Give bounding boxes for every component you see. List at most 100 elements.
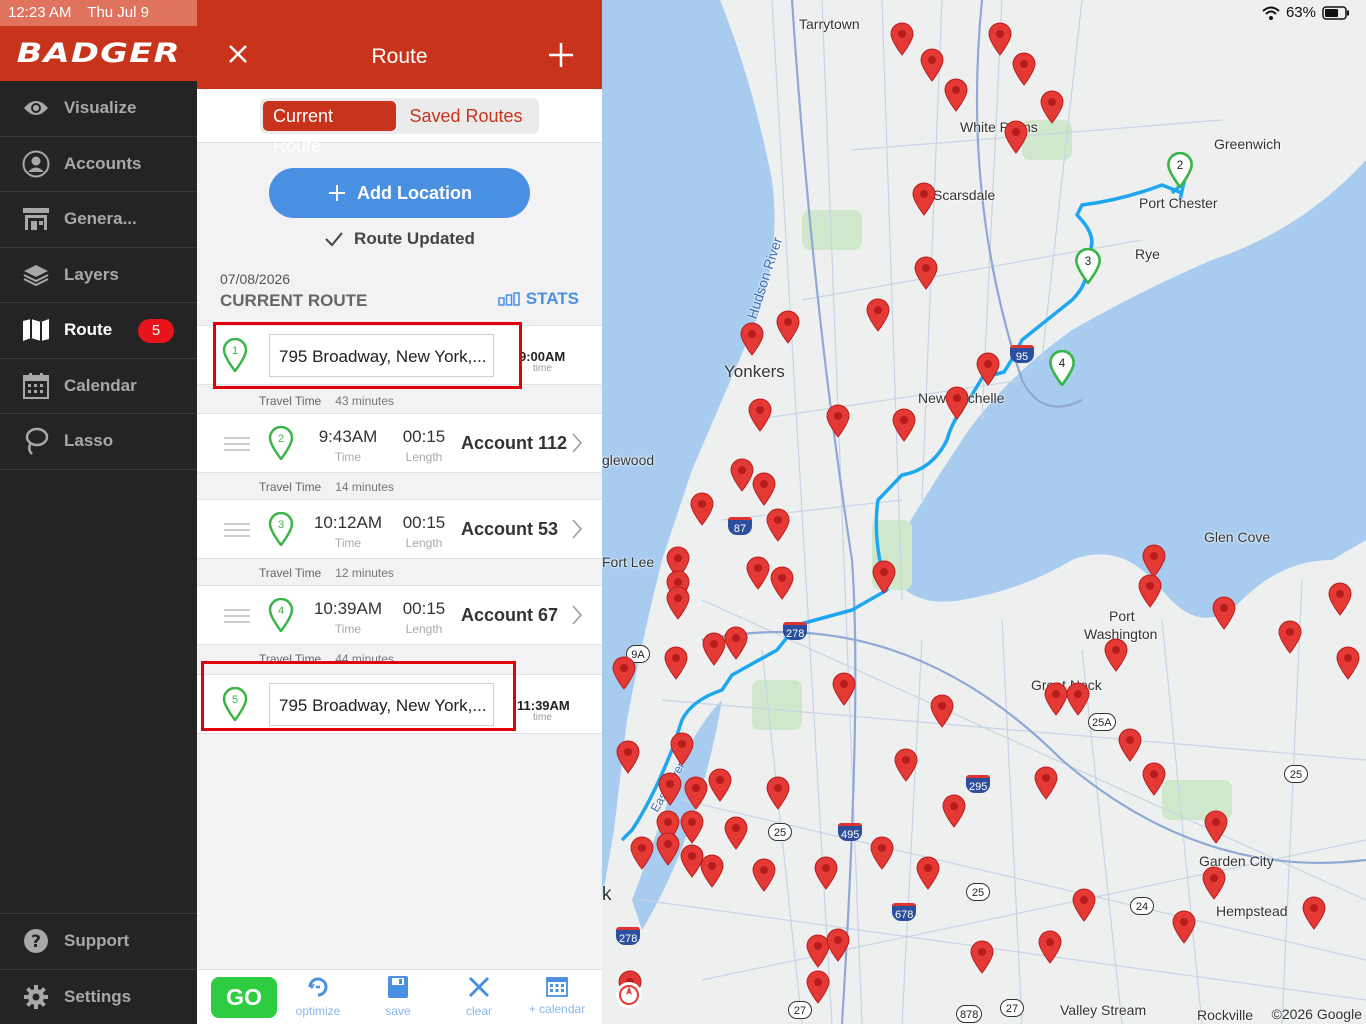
- account-pin-icon[interactable]: [1203, 810, 1229, 844]
- account-pin-icon[interactable]: [1171, 910, 1197, 944]
- account-pin-icon[interactable]: [1335, 646, 1361, 680]
- question-icon: ?: [22, 927, 50, 955]
- account-pin-icon[interactable]: [913, 256, 939, 290]
- sidebar-item-visualize[interactable]: Visualize: [0, 81, 197, 137]
- account-pin-icon[interactable]: [893, 748, 919, 782]
- account-pin-icon[interactable]: [915, 856, 941, 890]
- account-pin-icon[interactable]: [943, 78, 969, 112]
- drag-handle-icon[interactable]: [224, 523, 250, 537]
- account-pin-icon[interactable]: [1043, 682, 1069, 716]
- account-pin-icon[interactable]: [941, 794, 967, 828]
- account-pin-icon[interactable]: [611, 656, 637, 690]
- account-pin-icon[interactable]: [775, 310, 801, 344]
- sidebar-item-accounts[interactable]: Accounts: [0, 137, 197, 192]
- account-pin-icon[interactable]: [975, 352, 1001, 386]
- account-pin-icon[interactable]: [1037, 930, 1063, 964]
- sidebar-item-settings[interactable]: Settings: [0, 970, 197, 1024]
- account-pin-icon[interactable]: [969, 940, 995, 974]
- account-pin-icon[interactable]: [944, 386, 970, 420]
- account-pin-icon[interactable]: [825, 928, 851, 962]
- account-pin-icon[interactable]: [825, 404, 851, 438]
- route-stop-pin-icon[interactable]: 3: [1074, 248, 1102, 284]
- clear-button[interactable]: clear: [444, 975, 514, 1018]
- account-pin-icon[interactable]: [747, 398, 773, 432]
- account-pin-icon[interactable]: [679, 810, 705, 844]
- account-pin-icon[interactable]: [1141, 544, 1167, 578]
- account-pin-icon[interactable]: [871, 560, 897, 594]
- account-pin-icon[interactable]: [891, 408, 917, 442]
- account-pin-icon[interactable]: [1117, 728, 1143, 762]
- account-pin-icon[interactable]: [655, 832, 681, 866]
- save-button[interactable]: save: [363, 975, 433, 1018]
- route-stop-row[interactable]: 2 9:43AM Time 00:15 Length Account 112: [197, 413, 602, 473]
- drag-handle-icon[interactable]: [224, 437, 250, 451]
- sidebar-item-general[interactable]: Genera...: [0, 192, 197, 248]
- account-pin-icon[interactable]: [1327, 582, 1353, 616]
- account-pin-icon[interactable]: [1039, 90, 1065, 124]
- account-pin-icon[interactable]: [889, 22, 915, 56]
- account-pin-icon[interactable]: [707, 768, 733, 802]
- sidebar-item-lasso[interactable]: Lasso: [0, 414, 197, 470]
- sidebar-item-calendar[interactable]: Calendar: [0, 359, 197, 414]
- add-calendar-button[interactable]: + calendar: [522, 975, 592, 1016]
- tab-current-route[interactable]: Current Route: [263, 101, 396, 156]
- sidebar-item-layers[interactable]: Layers: [0, 248, 197, 303]
- route-stop-row[interactable]: 3 10:12AM Time 00:15 Length Account 53: [197, 499, 602, 559]
- plus-icon[interactable]: [546, 40, 576, 70]
- svg-text:3: 3: [1085, 255, 1091, 268]
- go-button[interactable]: GO: [211, 977, 277, 1018]
- account-pin-icon[interactable]: [745, 556, 771, 590]
- map-label: Rye: [1135, 246, 1160, 262]
- account-pin-icon[interactable]: [751, 472, 777, 506]
- account-pin-icon[interactable]: [751, 858, 777, 892]
- account-pin-icon[interactable]: [765, 776, 791, 810]
- optimize-button[interactable]: optimize: [283, 975, 353, 1018]
- account-pin-icon[interactable]: [831, 672, 857, 706]
- add-location-button[interactable]: Add Location: [269, 168, 530, 218]
- account-pin-icon[interactable]: [765, 508, 791, 542]
- account-pin-icon[interactable]: [805, 970, 831, 1004]
- account-pin-icon[interactable]: [919, 48, 945, 82]
- account-pin-icon[interactable]: [911, 182, 937, 216]
- account-pin-icon[interactable]: [1103, 638, 1129, 672]
- account-pin-icon[interactable]: [1301, 896, 1327, 930]
- account-pin-icon[interactable]: [1003, 120, 1029, 154]
- account-pin-icon[interactable]: [663, 646, 689, 680]
- sidebar-item-route[interactable]: Route 5: [0, 303, 197, 359]
- account-pin-icon[interactable]: [987, 22, 1013, 56]
- account-pin-icon[interactable]: [739, 322, 765, 356]
- account-pin-icon[interactable]: [1011, 52, 1037, 86]
- map-view[interactable]: Tarrytown White Plains Greenwich Port Ch…: [602, 0, 1366, 1024]
- account-pin-icon[interactable]: [813, 856, 839, 890]
- account-pin-icon[interactable]: [657, 772, 683, 806]
- account-pin-icon[interactable]: [1137, 574, 1163, 608]
- account-pin-icon[interactable]: [1201, 866, 1227, 900]
- account-pin-icon[interactable]: [1071, 888, 1097, 922]
- drag-handle-icon[interactable]: [224, 609, 250, 623]
- account-pin-icon[interactable]: [689, 492, 715, 526]
- account-pin-icon[interactable]: [615, 740, 641, 774]
- account-pin-icon[interactable]: [869, 836, 895, 870]
- account-pin-icon[interactable]: [669, 732, 695, 766]
- account-pin-icon[interactable]: [769, 566, 795, 600]
- account-pin-icon[interactable]: [1277, 620, 1303, 654]
- tab-saved-routes[interactable]: Saved Routes: [396, 101, 536, 131]
- route-stop-row[interactable]: 4 10:39AM Time 00:15 Length Account 67: [197, 585, 602, 645]
- route-stop-pin-icon[interactable]: 2: [1166, 152, 1194, 188]
- account-pin-icon[interactable]: [699, 854, 725, 888]
- stats-button[interactable]: STATS: [498, 289, 579, 309]
- account-pin-icon[interactable]: [629, 836, 655, 870]
- account-pin-icon[interactable]: [723, 626, 749, 660]
- account-pin-icon[interactable]: [929, 694, 955, 728]
- route-stop-pin-icon[interactable]: 4: [1048, 350, 1076, 386]
- sidebar-item-support[interactable]: ? Support: [0, 914, 197, 970]
- account-pin-icon[interactable]: [1141, 762, 1167, 796]
- account-pin-icon[interactable]: [1211, 596, 1237, 630]
- battery-percent: 63%: [1285, 4, 1316, 21]
- account-pin-icon[interactable]: [1033, 766, 1059, 800]
- compass-icon[interactable]: [616, 982, 642, 1008]
- account-pin-icon[interactable]: [683, 776, 709, 810]
- account-pin-icon[interactable]: [665, 586, 691, 620]
- account-pin-icon[interactable]: [865, 298, 891, 332]
- account-pin-icon[interactable]: [723, 816, 749, 850]
